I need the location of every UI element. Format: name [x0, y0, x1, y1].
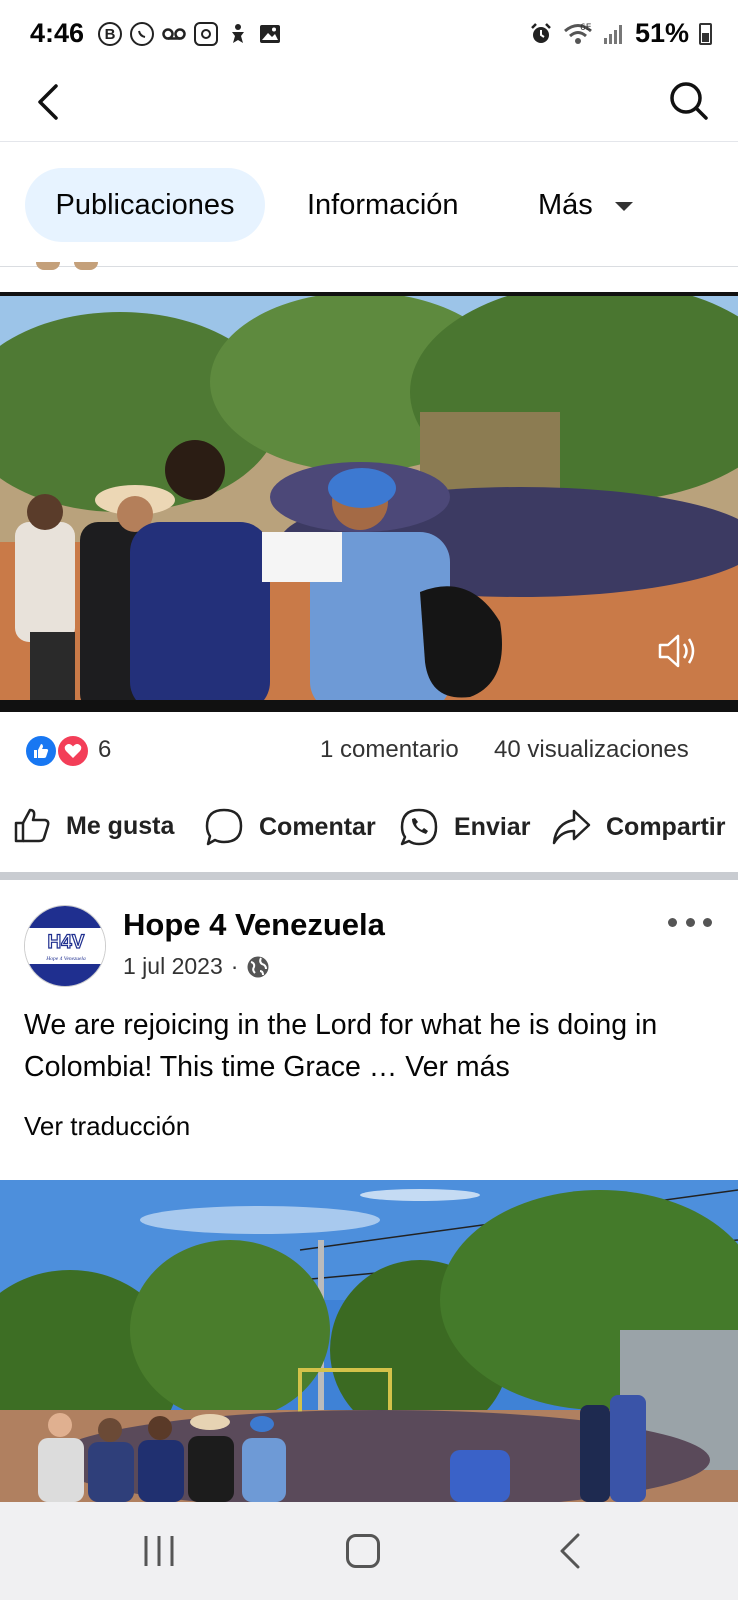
see-more-link[interactable]: Ver más	[405, 1051, 510, 1083]
tab-publicaciones[interactable]: Publicaciones	[25, 168, 265, 242]
voicemail-icon	[162, 22, 186, 46]
like-reaction-icon[interactable]	[24, 734, 58, 768]
more-options-button[interactable]	[668, 910, 712, 934]
see-translation-link[interactable]: Ver traducción	[24, 1111, 190, 1142]
svg-text:Hope 4 Venezuela: Hope 4 Venezuela	[45, 955, 86, 962]
tab-mas-label: Más	[538, 188, 593, 221]
like-label: Me gusta	[66, 811, 175, 840]
whatsapp-icon	[400, 808, 438, 846]
send-label: Enviar	[454, 812, 531, 841]
tab-informacion[interactable]: Información	[307, 168, 459, 242]
profile-tabs: Publicaciones Información Más	[0, 142, 738, 267]
signal-icon	[603, 24, 622, 44]
comment-icon	[205, 808, 243, 846]
thumbs-up-icon	[14, 808, 50, 843]
avatar[interactable]: H4V Hope 4 Venezuela	[24, 905, 106, 987]
share-button[interactable]: Compartir	[550, 806, 725, 848]
dot-icon	[668, 917, 677, 927]
dot-icon	[685, 917, 695, 927]
instagram-icon	[194, 22, 218, 46]
photo-image	[0, 1180, 738, 1502]
notification-icons: B	[98, 22, 282, 46]
recent-apps-icon	[144, 1536, 174, 1566]
status-time: 4:46	[30, 18, 85, 48]
comment-button[interactable]: Comentar	[203, 806, 376, 848]
share-icon	[552, 809, 591, 845]
battery-percentage: 51%	[634, 18, 689, 48]
alarm-icon	[531, 22, 551, 43]
back-button[interactable]	[30, 80, 74, 124]
home-button[interactable]	[346, 1534, 380, 1568]
video-frame	[0, 292, 738, 712]
battery-icon	[699, 22, 712, 45]
caret-down-icon	[614, 202, 633, 211]
video-player[interactable]	[0, 292, 738, 712]
reaction-count[interactable]: 6	[98, 736, 111, 764]
chevron-left-icon	[560, 1533, 580, 1569]
whatsapp-icon	[130, 22, 154, 46]
send-button[interactable]: Enviar	[398, 806, 530, 848]
comment-count[interactable]: 1 comentario	[320, 736, 459, 764]
post-divider	[0, 872, 738, 880]
author-name[interactable]: Hope 4 Venezuela	[123, 907, 385, 943]
post-meta: 1 jul 2023 ·	[123, 953, 270, 980]
love-reaction-icon[interactable]	[56, 734, 90, 768]
system-back-button[interactable]	[556, 1533, 586, 1569]
h4v-logo: H4V Hope 4 Venezuela	[25, 906, 105, 986]
post-text: We are rejoicing in the Lord for what he…	[24, 1004, 724, 1088]
accessibility-icon	[226, 22, 250, 46]
globe-icon	[247, 956, 269, 977]
system-navigation-bar	[0, 1502, 738, 1600]
svg-text:H4V: H4V	[48, 932, 85, 953]
post-actions: Me gusta Comentar Enviar Compartir	[0, 796, 738, 860]
share-label: Compartir	[606, 812, 726, 841]
svg-text:6E: 6E	[580, 23, 592, 33]
comment-label: Comentar	[259, 812, 376, 841]
top-navigation	[0, 70, 738, 142]
view-count: 40 visualizaciones	[494, 736, 689, 763]
post-photo[interactable]	[0, 1180, 738, 1502]
like-button[interactable]: Me gusta	[12, 806, 174, 846]
status-bar: 4:46 B 6E 51%	[0, 0, 738, 70]
tab-mas[interactable]: Más	[538, 168, 633, 242]
post-stats: 6 1 comentario 40 visualizaciones	[0, 722, 738, 782]
b-icon: B	[98, 22, 122, 46]
volume-icon[interactable]	[654, 628, 700, 674]
chevron-left-icon	[38, 84, 58, 120]
status-right: 6E 51%	[529, 18, 712, 49]
dot-icon	[703, 917, 712, 927]
partial-previous-post	[36, 262, 98, 270]
wifi-6e-icon: 6E	[563, 23, 592, 44]
recent-apps-button[interactable]	[142, 1536, 176, 1566]
post-body: We are rejoicing in the Lord for what he…	[24, 1009, 658, 1083]
search-button[interactable]	[666, 78, 712, 124]
post-date[interactable]: 1 jul 2023	[123, 953, 223, 980]
meta-separator: ·	[230, 953, 239, 979]
image-icon	[258, 22, 282, 46]
search-icon	[670, 82, 708, 120]
